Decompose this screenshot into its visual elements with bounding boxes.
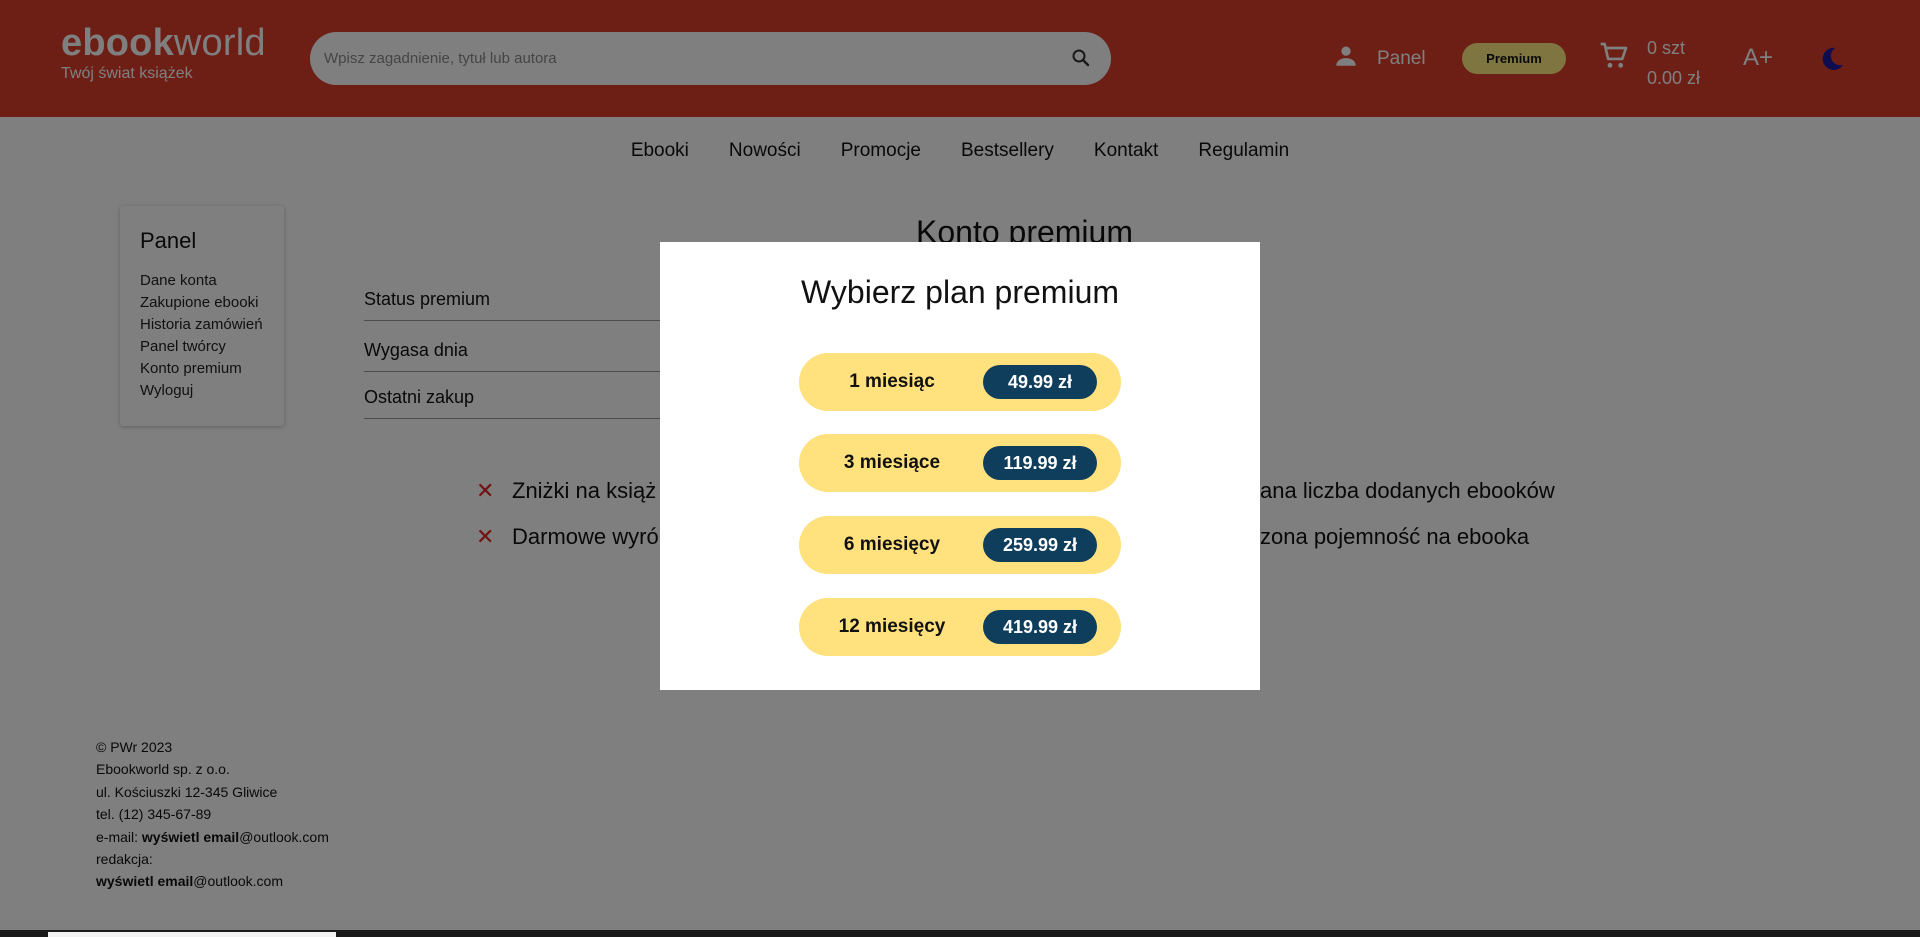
plan-price: 119.99 zł xyxy=(983,446,1097,480)
taskbar-item[interactable] xyxy=(48,932,336,937)
plan-1-month-button[interactable]: 1 miesiąc 49.99 zł xyxy=(799,353,1121,411)
plan-label: 12 miesięcy xyxy=(838,616,946,637)
plan-3-months-button[interactable]: 3 miesiące 119.99 zł xyxy=(799,434,1121,492)
plan-6-months-button[interactable]: 6 miesięcy 259.99 zł xyxy=(799,516,1121,574)
premium-plan-modal: Wybierz plan premium 1 miesiąc 49.99 zł … xyxy=(660,242,1260,690)
plan-label: 3 miesiące xyxy=(843,452,941,473)
plan-price: 259.99 zł xyxy=(983,528,1097,562)
plan-price: 419.99 zł xyxy=(983,610,1097,644)
plan-12-months-button[interactable]: 12 miesięcy 419.99 zł xyxy=(799,598,1121,656)
modal-title: Wybierz plan premium xyxy=(800,274,1120,310)
plan-label: 1 miesiąc xyxy=(849,371,935,392)
plan-label: 6 miesięcy xyxy=(843,534,941,555)
plan-price: 49.99 zł xyxy=(983,365,1097,399)
